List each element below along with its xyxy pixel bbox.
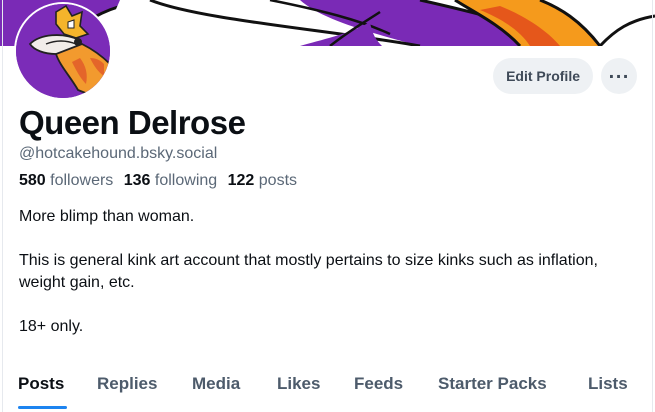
- profile-bio: More blimp than woman. This is general k…: [19, 206, 639, 338]
- tab-replies[interactable]: Replies: [97, 374, 157, 394]
- display-name: Queen Delrose: [19, 104, 246, 141]
- more-options-button[interactable]: ···: [601, 58, 637, 94]
- posts-label: posts: [258, 172, 298, 189]
- tab-starter-packs[interactable]: Starter Packs: [438, 374, 547, 394]
- profile-stats: 580 followers 136 following 122 posts: [19, 172, 297, 190]
- tab-lists[interactable]: Lists: [588, 374, 628, 394]
- profile-actions: Edit Profile ···: [493, 58, 637, 94]
- tab-likes[interactable]: Likes: [277, 374, 320, 394]
- following-link[interactable]: 136 following: [124, 172, 217, 189]
- bio-line-1: More blimp than woman.: [19, 208, 195, 225]
- posts-stat: 122 posts: [228, 172, 297, 189]
- tab-media[interactable]: Media: [192, 374, 240, 394]
- bio-line-3: 18+ only.: [19, 318, 84, 335]
- bio-line-2: This is general kink art account that mo…: [19, 252, 598, 291]
- frame-border-left: [2, 0, 3, 412]
- avatar-image: [16, 4, 110, 98]
- profile-handle[interactable]: @hotcakehound.bsky.social: [19, 145, 217, 163]
- avatar[interactable]: [14, 2, 112, 100]
- posts-count: 122: [227, 172, 255, 189]
- ellipsis-icon: ···: [608, 66, 630, 86]
- tab-posts[interactable]: Posts: [18, 374, 64, 394]
- dog-character-icon: [16, 4, 110, 98]
- profile-page: Edit Profile ··· Queen Delrose @hotcakeh…: [0, 0, 655, 412]
- frame-border-right: [652, 0, 653, 412]
- edit-profile-button[interactable]: Edit Profile: [493, 58, 593, 94]
- active-tab-indicator: [18, 406, 67, 409]
- followers-count: 580: [19, 172, 46, 189]
- followers-link[interactable]: 580 followers: [19, 172, 113, 189]
- tab-feeds[interactable]: Feeds: [354, 374, 403, 394]
- following-label: following: [154, 172, 218, 189]
- following-count: 136: [123, 172, 151, 189]
- profile-tabs: Posts Replies Media Likes Feeds Starter …: [0, 362, 655, 412]
- followers-label: followers: [50, 172, 114, 189]
